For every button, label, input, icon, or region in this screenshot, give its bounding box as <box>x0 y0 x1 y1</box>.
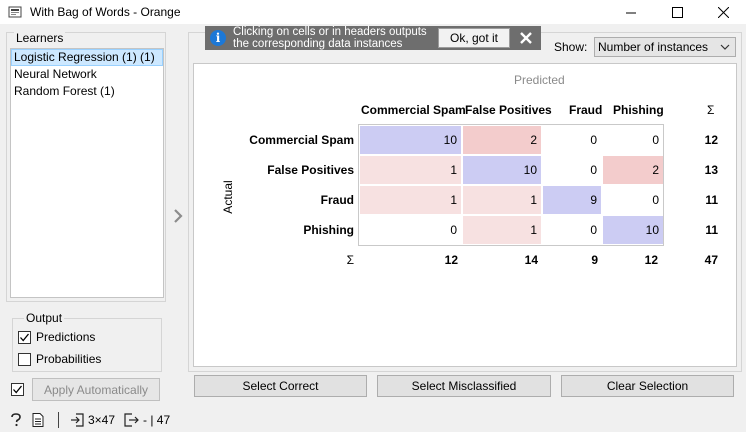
checkmark-icon <box>13 385 23 394</box>
matrix-cell[interactable]: 9 <box>543 186 601 214</box>
column-header-commercial-spam[interactable]: Commercial Spam <box>361 103 466 117</box>
select-misclassified-button[interactable]: Select Misclassified <box>377 375 551 397</box>
minimize-icon <box>625 12 636 13</box>
output-icon <box>124 413 140 427</box>
row-header-false-positives[interactable]: False Positives <box>267 163 354 177</box>
column-sum[interactable]: 9 <box>560 253 598 267</box>
grand-total[interactable]: 47 <box>690 253 718 267</box>
show-dropdown[interactable]: Number of instances <box>594 37 736 57</box>
banner-line-1: Clicking on cells or in headers outputs <box>233 26 427 38</box>
matrix-cell[interactable]: 0 <box>543 156 601 184</box>
report-icon[interactable] <box>32 413 44 427</box>
checkmark-icon <box>20 333 30 341</box>
row-header-phishing[interactable]: Phishing <box>303 223 354 237</box>
predictions-label: Predictions <box>36 330 96 344</box>
orange-app-icon <box>8 6 22 18</box>
row-sum[interactable]: 11 <box>690 223 718 237</box>
maximize-button[interactable] <box>654 0 700 24</box>
column-header-false-positives[interactable]: False Positives <box>465 103 552 117</box>
close-icon[interactable] <box>519 31 533 45</box>
ok-got-it-button[interactable]: Ok, got it <box>438 28 510 48</box>
close-icon <box>717 6 729 18</box>
matrix-cell[interactable]: 2 <box>603 156 663 184</box>
chevron-right-icon[interactable] <box>171 208 185 224</box>
row-header-commercial-spam[interactable]: Commercial Spam <box>249 133 354 147</box>
status-bar: 3×47 - | 47 <box>0 408 746 432</box>
probabilities-label: Probabilities <box>36 352 102 366</box>
row-header-fraud[interactable]: Fraud <box>321 193 354 207</box>
matrix-cell[interactable]: 0 <box>603 186 663 214</box>
matrix-cell[interactable]: 10 <box>463 156 541 184</box>
matrix-cell[interactable]: 0 <box>543 126 601 154</box>
probabilities-checkbox-row[interactable]: Probabilities <box>18 352 101 366</box>
close-window-button[interactable] <box>700 0 746 24</box>
output-summary: - | 47 <box>143 413 171 427</box>
chevron-down-icon <box>720 44 730 50</box>
show-dropdown-value: Number of instances <box>598 40 709 54</box>
select-correct-button[interactable]: Select Correct <box>194 375 367 397</box>
matrix-cell[interactable]: 0 <box>543 216 601 244</box>
input-icon <box>70 413 84 427</box>
status-divider <box>58 412 59 428</box>
sigma-column-header: Σ <box>707 103 715 117</box>
clear-selection-button[interactable]: Clear Selection <box>561 375 734 397</box>
learner-item-random-forest[interactable]: Random Forest (1) <box>11 83 163 100</box>
maximize-icon <box>671 6 683 18</box>
apply-automatically-button[interactable]: Apply Automatically <box>32 378 160 401</box>
matrix-cell[interactable]: 10 <box>360 126 461 154</box>
matrix-cell[interactable]: 10 <box>603 216 663 244</box>
column-header-phishing[interactable]: Phishing <box>613 103 664 117</box>
learner-item-neural-network[interactable]: Neural Network <box>11 66 163 83</box>
predictions-checkbox[interactable] <box>18 330 31 344</box>
matrix-cell[interactable]: 0 <box>603 126 663 154</box>
probabilities-checkbox[interactable] <box>18 352 31 366</box>
learners-legend: Learners <box>14 31 66 45</box>
learners-list[interactable]: Logistic Regression (1) (1) Neural Netwo… <box>10 48 164 298</box>
banner-line-2: the corresponding data instances <box>233 37 403 50</box>
matrix-cell[interactable]: 1 <box>463 216 541 244</box>
column-header-fraud[interactable]: Fraud <box>569 103 602 117</box>
learner-item-logistic-regression[interactable]: Logistic Regression (1) (1) <box>11 49 163 66</box>
column-sum[interactable]: 14 <box>500 253 538 267</box>
row-sum[interactable]: 11 <box>690 193 718 207</box>
row-sum[interactable]: 12 <box>690 133 718 147</box>
matrix-cell[interactable]: 0 <box>360 216 461 244</box>
output-legend: Output <box>24 311 65 325</box>
help-icon[interactable] <box>10 413 22 427</box>
window-title: With Bag of Words - Orange <box>30 5 181 19</box>
actual-axis-label: Actual <box>221 180 235 214</box>
predicted-axis-label: Predicted <box>514 73 565 87</box>
column-sum[interactable]: 12 <box>620 253 658 267</box>
row-sum[interactable]: 13 <box>690 163 718 177</box>
info-icon: i <box>210 30 226 46</box>
matrix-cell[interactable]: 1 <box>463 186 541 214</box>
matrix-cell[interactable]: 1 <box>360 186 461 214</box>
matrix-cell[interactable]: 2 <box>463 126 541 154</box>
predictions-checkbox-row[interactable]: Predictions <box>18 330 95 344</box>
sigma-row-header: Σ <box>346 253 354 267</box>
column-sum[interactable]: 12 <box>420 253 458 267</box>
title-bar: With Bag of Words - Orange <box>0 0 746 24</box>
banner-message: Clicking on cells or in headers outputs … <box>233 26 441 50</box>
input-summary: 3×47 <box>88 413 116 427</box>
apply-automatically-checkbox[interactable] <box>11 383 24 396</box>
apply-automatically-checkbox-row[interactable] <box>11 383 29 396</box>
matrix-cell[interactable]: 1 <box>360 156 461 184</box>
show-label: Show: <box>554 40 588 54</box>
minimize-button[interactable] <box>608 0 654 24</box>
